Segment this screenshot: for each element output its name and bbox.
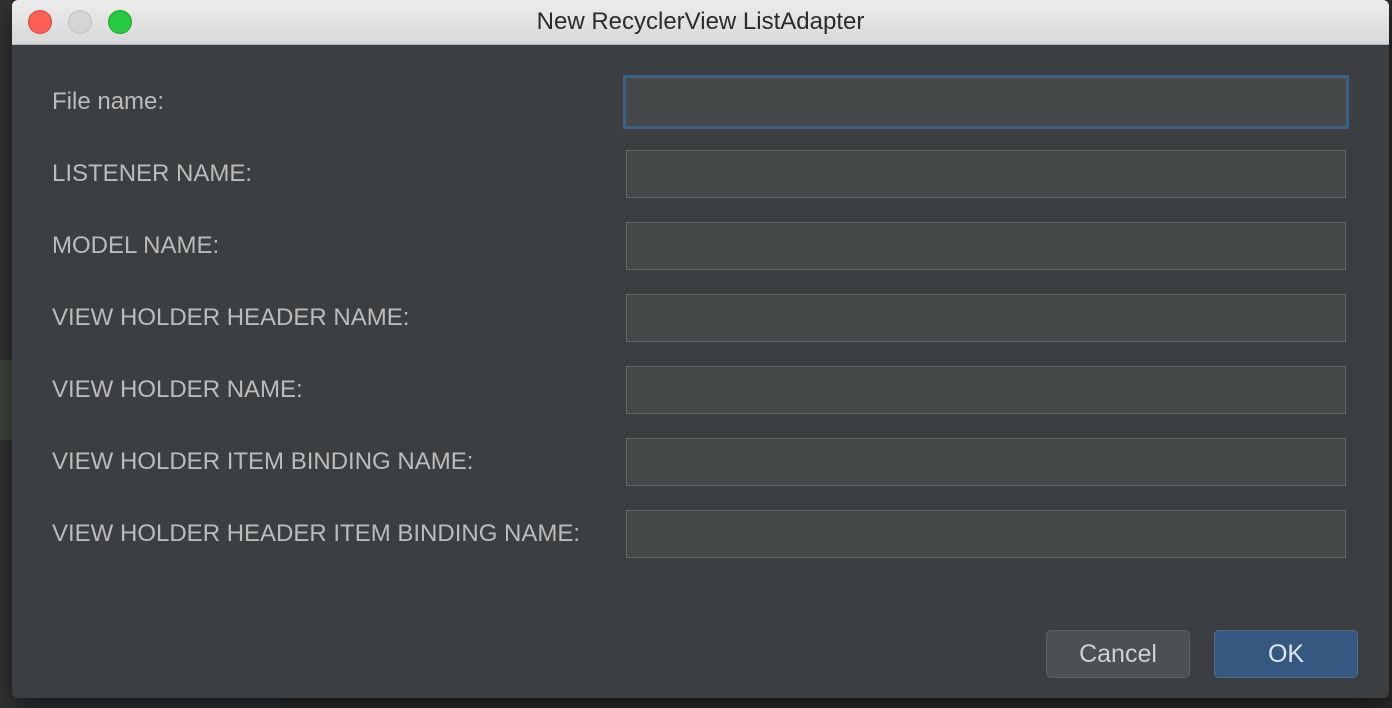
form-row-view-holder-header-name: VIEW HOLDER HEADER NAME: <box>12 294 1389 342</box>
form-row-view-holder-name: VIEW HOLDER NAME: <box>12 366 1389 414</box>
view-holder-header-name-label: VIEW HOLDER HEADER NAME: <box>52 304 410 331</box>
view-holder-header-item-binding-name-label: VIEW HOLDER HEADER ITEM BINDING NAME: <box>52 520 581 547</box>
view-holder-item-binding-name-input[interactable] <box>626 438 1346 486</box>
model-name-label: MODEL NAME: <box>52 232 220 259</box>
listener-name-input[interactable] <box>626 150 1346 198</box>
form-row-model-name: MODEL NAME: <box>12 222 1389 270</box>
new-listadapter-dialog: New RecyclerView ListAdapter File name: … <box>12 0 1389 698</box>
view-holder-name-label: VIEW HOLDER NAME: <box>52 376 303 403</box>
ok-button[interactable]: OK <box>1214 630 1358 678</box>
view-holder-item-binding-name-label: VIEW HOLDER ITEM BINDING NAME: <box>52 448 474 475</box>
cancel-button[interactable]: Cancel <box>1046 630 1190 678</box>
form-row-view-holder-item-binding-name: VIEW HOLDER ITEM BINDING NAME: <box>12 438 1389 486</box>
listener-name-label: LISTENER NAME: <box>52 160 253 187</box>
dialog-titlebar: New RecyclerView ListAdapter <box>12 0 1389 45</box>
model-name-input[interactable] <box>626 222 1346 270</box>
dialog-title: New RecyclerView ListAdapter <box>536 8 865 35</box>
view-holder-header-name-input[interactable] <box>626 294 1346 342</box>
file-name-label: File name: <box>52 88 165 115</box>
file-name-input[interactable] <box>623 75 1349 129</box>
view-holder-header-item-binding-name-input[interactable] <box>626 510 1346 558</box>
form-row-file-name: File name: <box>12 75 1389 129</box>
form-row-view-holder-header-item-binding-name: VIEW HOLDER HEADER ITEM BINDING NAME: <box>12 510 1389 558</box>
form-row-listener-name: LISTENER NAME: <box>12 150 1389 198</box>
view-holder-name-input[interactable] <box>626 366 1346 414</box>
